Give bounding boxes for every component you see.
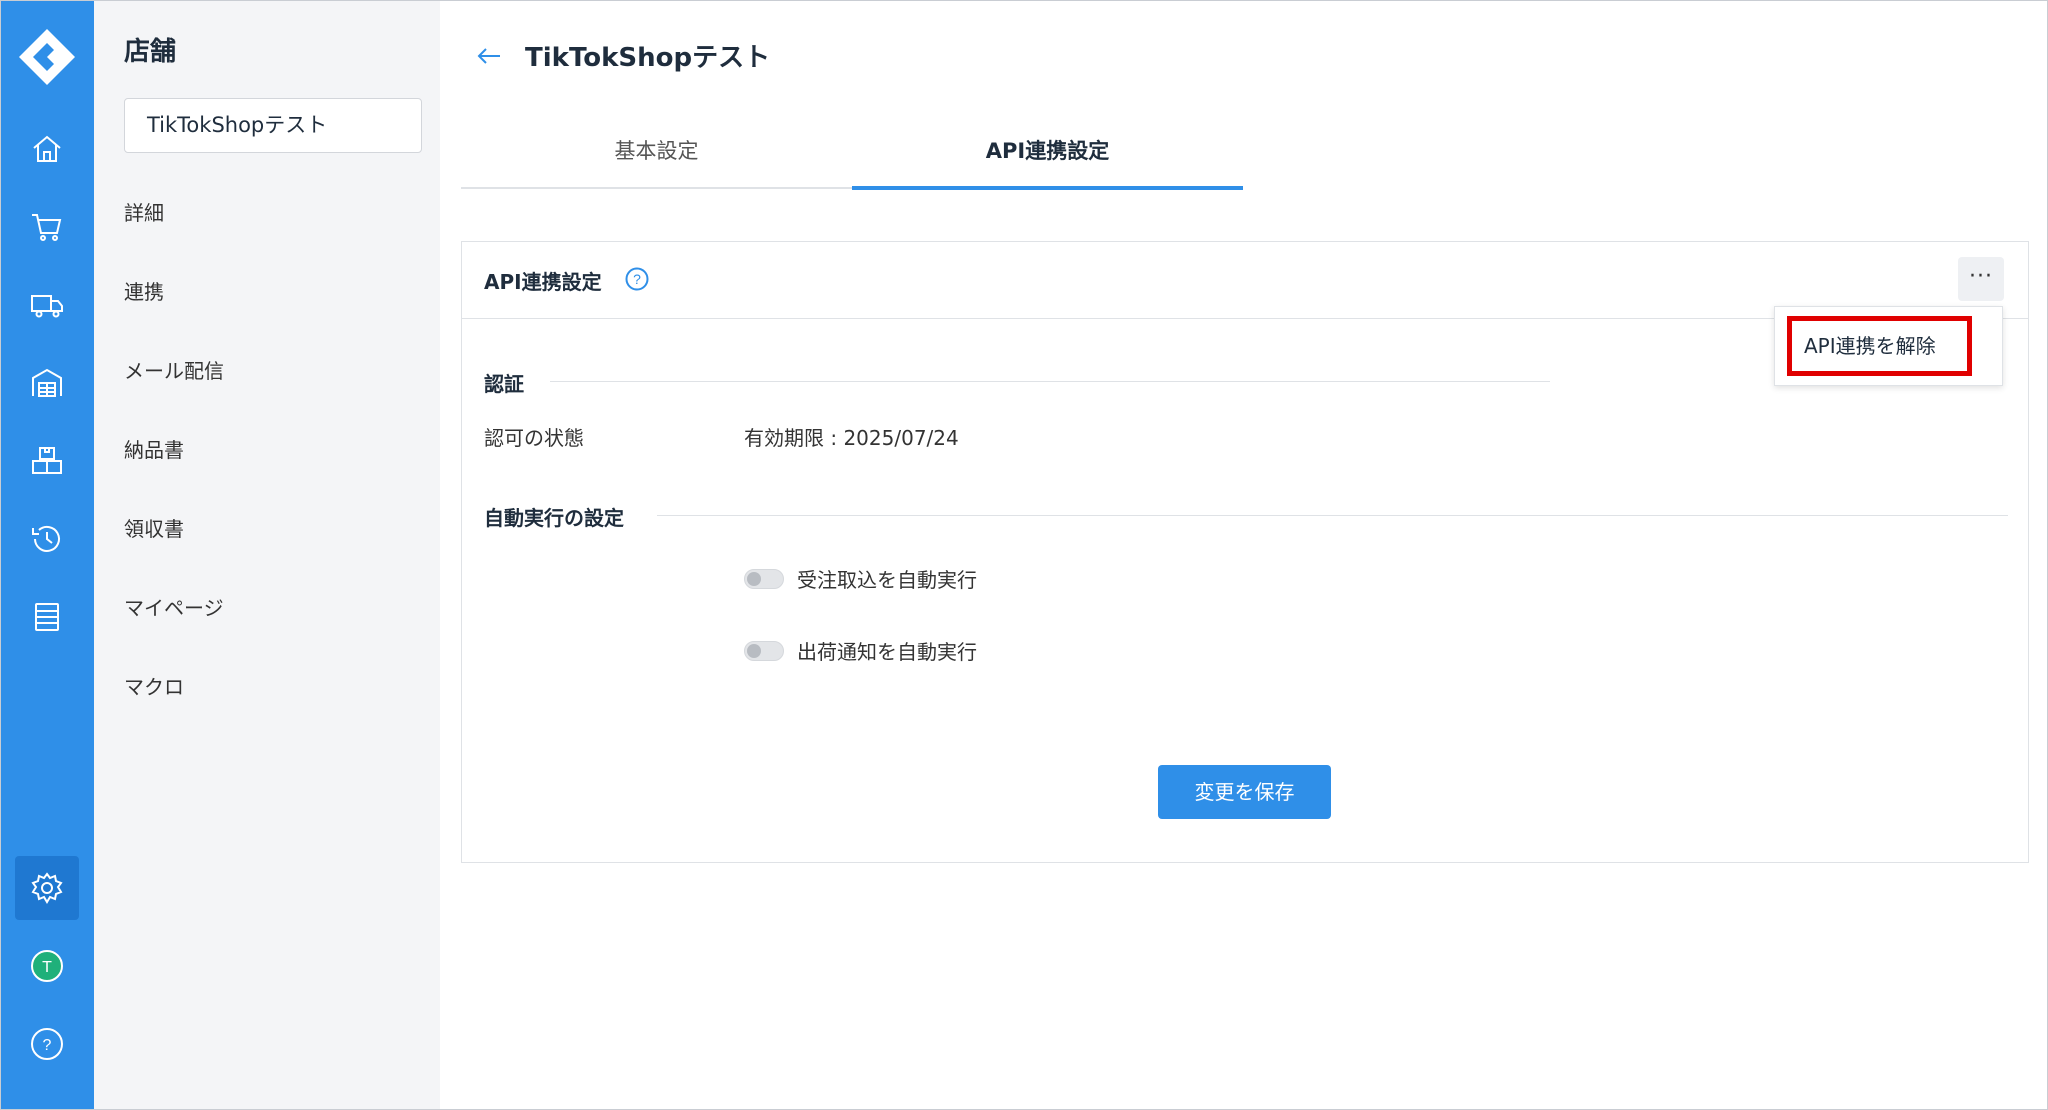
help-circle-icon[interactable]: ? xyxy=(624,266,650,292)
sidebar-item-integration[interactable]: 連携 xyxy=(124,276,164,305)
auth-section-heading: 認証 xyxy=(484,372,524,396)
store-sidebar: 店舗 TikTokShopテスト 詳細 連携 メール配信 納品書 領収書 マイペ… xyxy=(94,1,440,1109)
cart-icon xyxy=(32,214,62,241)
list-icon xyxy=(35,603,59,631)
rail-shipping-button[interactable] xyxy=(15,273,79,337)
more-options-button[interactable]: ··· xyxy=(1958,257,2004,301)
auth-status-label: 認可の状態 xyxy=(484,426,584,450)
main-content: TikTokShopテスト 基本設定 API連携設定 API連携設定 ? ···… xyxy=(440,1,2047,1109)
sidebar-item-receipt[interactable]: 領収書 xyxy=(124,513,184,542)
auto-divider xyxy=(657,515,2008,516)
card-title: API連携設定 xyxy=(484,270,602,294)
auto-import-row: 受注取込を自動実行 xyxy=(744,564,977,593)
rail-settings-button[interactable] xyxy=(15,856,79,920)
back-arrow-icon[interactable] xyxy=(474,41,504,71)
rail-orders-button[interactable] xyxy=(15,195,79,259)
logo-icon xyxy=(19,29,75,85)
home-icon xyxy=(33,135,61,162)
rail-warehouse-button[interactable] xyxy=(15,351,79,415)
more-options-dropdown: API連携を解除 xyxy=(1774,306,2003,386)
svg-text:?: ? xyxy=(43,1037,52,1054)
auto-ship-label: 出荷通知を自動実行 xyxy=(797,640,977,664)
help-icon: ? xyxy=(31,1028,63,1060)
sidebar-item-mypage[interactable]: マイページ xyxy=(124,592,224,621)
rail-account-button[interactable]: T xyxy=(15,934,79,998)
auth-divider xyxy=(550,381,1550,382)
history-icon xyxy=(32,525,60,552)
boxes-icon xyxy=(32,447,62,474)
sidebar-item-delivery-note[interactable]: 納品書 xyxy=(124,434,184,463)
toggle-knob xyxy=(747,571,761,586)
auto-section-heading: 自動実行の設定 xyxy=(484,506,624,530)
auto-ship-row: 出荷通知を自動実行 xyxy=(744,636,977,665)
rail-history-button[interactable] xyxy=(15,507,79,571)
sidebar-item-details[interactable]: 詳細 xyxy=(124,197,164,226)
app-window: T ? 店舗 TikTokShopテスト 詳細 連携 メール配信 納品書 領収書… xyxy=(0,0,2048,1110)
sidebar-item-macro[interactable]: マクロ xyxy=(124,671,184,700)
auto-import-label: 受注取込を自動実行 xyxy=(797,568,977,592)
page-title: TikTokShopテスト xyxy=(525,43,771,73)
toggle-knob xyxy=(747,643,761,658)
avatar: T xyxy=(31,950,63,982)
warehouse-icon xyxy=(32,368,62,397)
disconnect-api-menu-item[interactable]: API連携を解除 xyxy=(1787,316,1972,376)
tab-basic-settings[interactable]: 基本設定 xyxy=(461,135,852,165)
rail-list-button[interactable] xyxy=(15,585,79,649)
svg-text:?: ? xyxy=(633,271,641,287)
active-tab-indicator xyxy=(852,186,1243,190)
tab-api-settings[interactable]: API連携設定 xyxy=(852,135,1243,165)
tab-bar: 基本設定 API連携設定 xyxy=(461,113,1243,190)
rail-help-button[interactable]: ? xyxy=(15,1012,79,1076)
auto-import-toggle[interactable] xyxy=(744,568,784,589)
store-select[interactable]: TikTokShopテスト xyxy=(124,98,422,153)
rail-home-button[interactable] xyxy=(15,117,79,181)
truck-icon xyxy=(31,295,63,318)
sidebar-title: 店舗 xyxy=(124,37,177,67)
svg-text:T: T xyxy=(42,959,52,976)
auth-status-value: 有効期限 : 2025/07/24 xyxy=(744,426,959,450)
save-button[interactable]: 変更を保存 xyxy=(1158,765,1331,819)
sidebar-item-mail[interactable]: メール配信 xyxy=(124,355,224,384)
settings-icon xyxy=(31,872,63,904)
auto-ship-toggle[interactable] xyxy=(744,640,784,661)
icon-rail: T ? xyxy=(1,1,94,1109)
rail-inventory-button[interactable] xyxy=(15,429,79,493)
